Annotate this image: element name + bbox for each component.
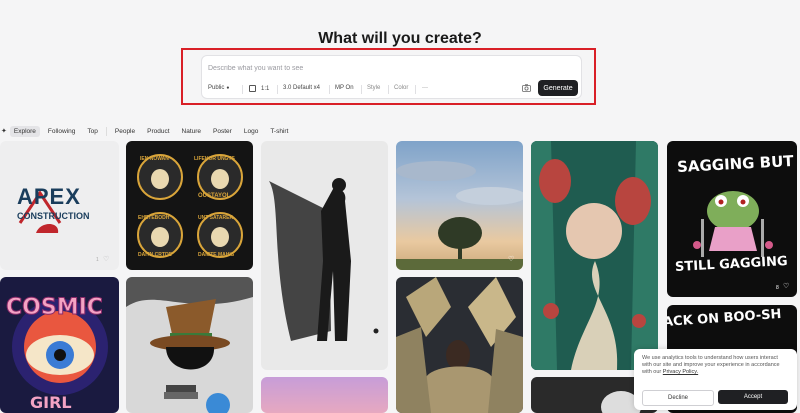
wizard-hat-art [126, 277, 253, 413]
caped-hero-art [269, 178, 379, 341]
like-count: 1 [96, 257, 99, 263]
gallery-card-sagging-frog[interactable]: SAGGING BUT STILL GAGGING 8 ♡ [667, 141, 797, 297]
patch-text: EHETEBODH [138, 215, 170, 221]
surreal-forest-art [531, 141, 658, 370]
cosmic-title: COSMIC [6, 295, 104, 321]
decline-button[interactable]: Decline [642, 390, 714, 406]
divider [361, 85, 362, 94]
category-tabs: ✦ Explore Following Top People Product N… [0, 124, 296, 138]
gallery-card-cherry-blossom[interactable] [261, 377, 388, 413]
lock-icon: ● [226, 85, 230, 91]
patch-text: DAITN CRTDE [138, 252, 172, 258]
patch-text: LIFEHOR UNGTS [194, 156, 235, 162]
aspect-icon [249, 85, 256, 92]
aspect-label: 1:1 [261, 85, 270, 92]
privacy-policy-link[interactable]: Privacy Policy. [663, 369, 698, 375]
apex-subtitle: CONSTRUCTION [17, 211, 90, 221]
tab-logo[interactable]: Logo [240, 126, 262, 137]
aspect-selector[interactable]: 1:1 [249, 85, 269, 92]
cookie-banner: We use analytics tools to understand how… [634, 349, 797, 410]
heart-icon[interactable]: ♡ [508, 255, 514, 263]
magic-prompt-label: MP On [335, 85, 354, 91]
model-selector[interactable]: 3.0 Default x4 [283, 85, 320, 91]
gallery-card-surreal-forest[interactable] [531, 141, 658, 370]
metallic-fashion-art [396, 277, 523, 413]
patch-text: OUSTAYOL [198, 193, 231, 199]
divider [415, 85, 416, 94]
apex-title: APEX [17, 184, 81, 209]
divider [329, 85, 330, 94]
tab-poster[interactable]: Poster [209, 126, 236, 137]
gallery-card-caped-hero[interactable] [261, 141, 388, 370]
tab-following[interactable]: Following [44, 126, 79, 137]
gallery-card-metallic-fashion[interactable] [396, 277, 523, 413]
tab-top[interactable]: Top [83, 126, 101, 137]
magic-prompt-toggle[interactable]: MP On [335, 85, 354, 91]
tab-product[interactable]: Product [143, 126, 173, 137]
gallery-card-tree-sunset[interactable]: ♡ [396, 141, 523, 270]
gallery-card-apex-logo[interactable]: APEX CONSTRUCTION 1 ♡ [0, 141, 119, 270]
accept-button[interactable]: Accept [718, 390, 788, 404]
gallery-card-skull-patches[interactable]: IEN NOWAN LIFEHOR UNGTS OUSTAYOL EHETEBO… [126, 141, 253, 270]
style-label: Style [367, 85, 381, 91]
tab-nature[interactable]: Nature [178, 126, 206, 137]
generate-button[interactable]: Generate [538, 80, 578, 96]
tab-tshirt[interactable]: T-shirt [266, 126, 292, 137]
cosmic-subtitle: GIRL [30, 393, 72, 412]
model-label: 3.0 Default x4 [283, 85, 321, 91]
tab-people[interactable]: People [111, 126, 139, 137]
patch-text: DAICTE MAHIS [198, 252, 235, 258]
more-label: ··· [422, 85, 428, 91]
visibility-label: Public [208, 85, 225, 91]
style-selector[interactable]: Style [367, 85, 380, 91]
more-options-button[interactable]: ··· [422, 85, 428, 91]
like-count: 8 [776, 285, 779, 291]
page-headline: What will you create? [318, 30, 482, 47]
divider [277, 85, 278, 94]
gallery-card-cosmic-girl[interactable]: COSMIC GIRL [0, 277, 119, 413]
boo-text: ACK ON BOO-SH [667, 306, 782, 331]
tab-divider [105, 126, 107, 136]
gallery-card-wizard-hat[interactable] [126, 277, 253, 413]
divider [242, 85, 243, 94]
tree-sunset-art [396, 161, 523, 270]
prompt-input[interactable] [208, 61, 508, 75]
color-label: Color [394, 85, 409, 91]
sparkle-icon: ✦ [1, 128, 7, 135]
color-selector[interactable]: Color [394, 85, 408, 91]
heart-icon[interactable]: ♡ [783, 282, 789, 290]
prompt-box: Public ● 1:1 3.0 Default x4 MP On Style … [201, 55, 582, 99]
camera-icon [522, 84, 531, 92]
image-upload-button[interactable] [522, 84, 531, 94]
patch-text: IEN NOWAN [140, 156, 169, 162]
patch-text: UNT SATARER [198, 215, 234, 221]
tab-explore[interactable]: Explore [9, 125, 40, 137]
divider [388, 85, 389, 94]
heart-icon[interactable]: ♡ [103, 255, 109, 263]
visibility-selector[interactable]: Public ● [208, 85, 229, 91]
